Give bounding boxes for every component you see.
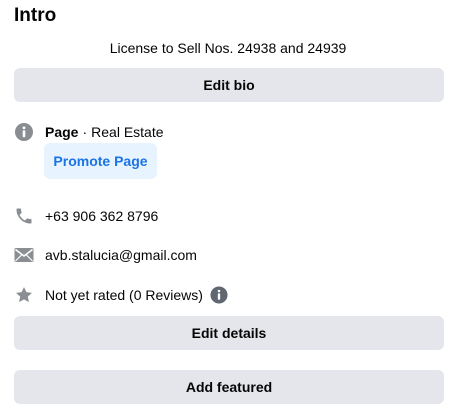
bio-text: License to Sell Nos. 24938 and 24939 [109,40,347,56]
promote-page-button[interactable]: Promote Page [44,143,157,179]
rating-text: Not yet rated (0 Reviews) [45,287,203,303]
rating-row: Not yet rated (0 Reviews) [13,284,228,306]
phone-icon [13,205,35,227]
add-featured-button[interactable]: Add featured [14,370,444,404]
envelope-icon [13,244,35,266]
edit-bio-button[interactable]: Edit bio [14,68,444,102]
page-category-row: Page · Real Estate [13,121,164,143]
info-icon [13,121,35,143]
phone-row: +63 906 362 8796 [13,205,158,227]
intro-title: Intro [14,5,57,26]
email-address: avb.stalucia@gmail.com [45,247,197,263]
rating-info-icon[interactable] [210,286,228,304]
page-type-label: Page [45,124,79,140]
phone-number: +63 906 362 8796 [45,208,159,224]
star-icon [13,284,35,306]
email-row: avb.stalucia@gmail.com [13,244,197,266]
page-category: Real Estate [91,124,164,140]
separator: · [82,124,88,140]
edit-details-button[interactable]: Edit details [14,316,444,350]
